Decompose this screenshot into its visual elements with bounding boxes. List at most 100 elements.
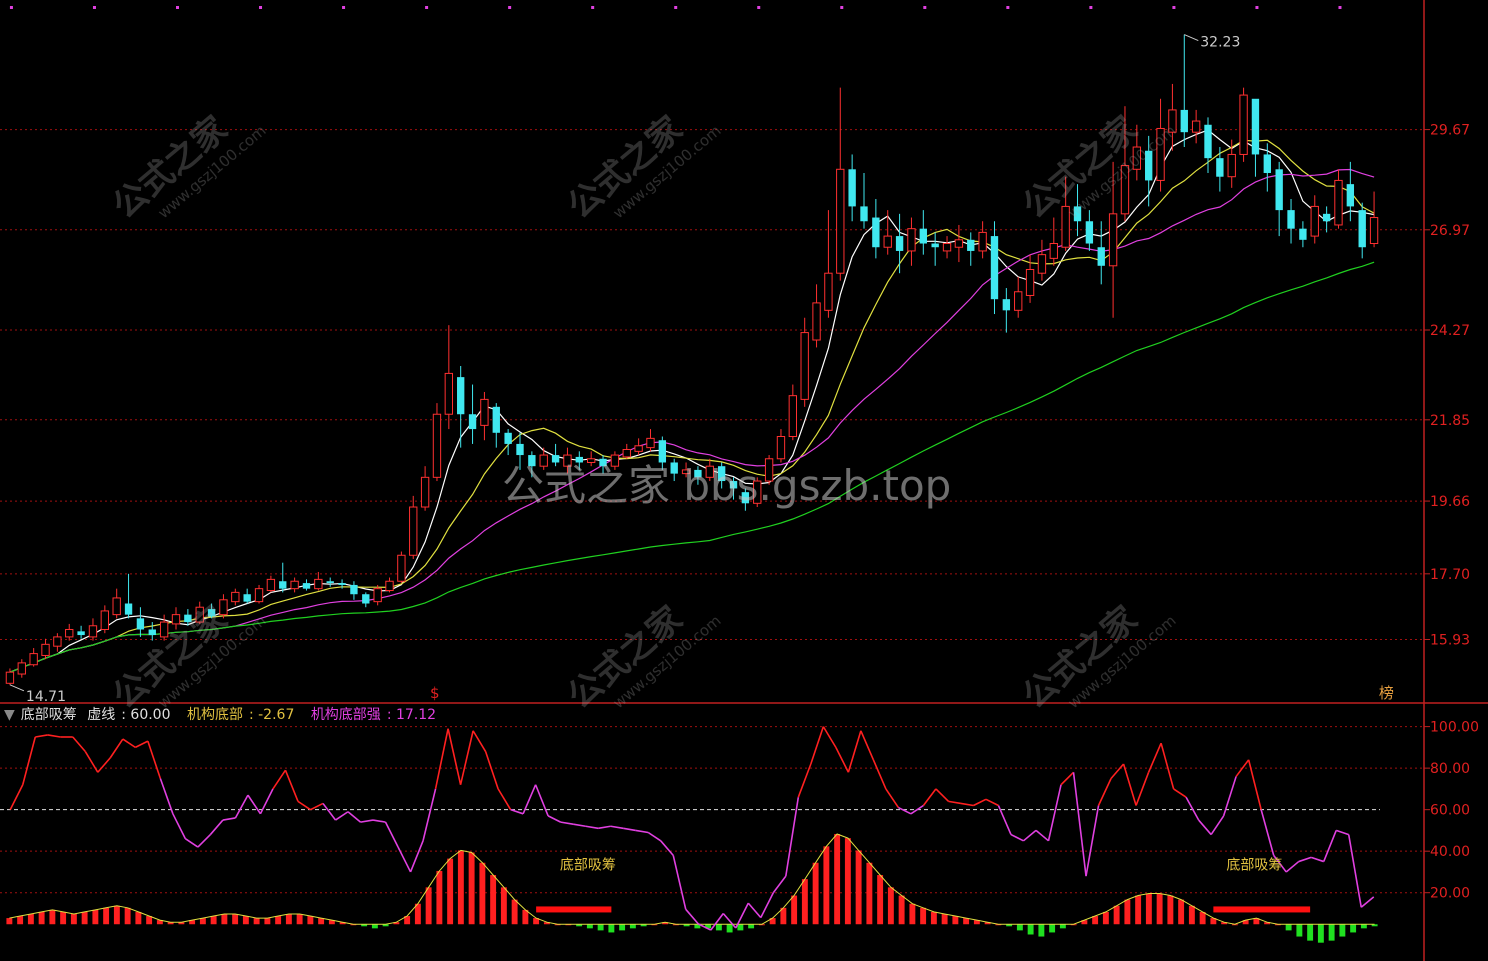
indicator-bar-down (1307, 924, 1314, 941)
indicator-tick-label: 20.00 (1430, 886, 1470, 902)
indicator-line-segment (409, 840, 424, 873)
candle-body (5, 671, 15, 684)
indicator-line-segment (184, 838, 199, 848)
indicator-line-segment (1022, 829, 1037, 842)
candle-body (895, 236, 904, 251)
indicator-line-segment (222, 817, 236, 821)
candle-body (124, 603, 133, 615)
indicator-line-segment (434, 728, 449, 790)
indicator-bar-up (898, 895, 905, 925)
indicator-bar-down (629, 924, 636, 929)
indicator-bar-up (49, 909, 56, 925)
indicator-line-segment (772, 875, 787, 894)
top-dot (591, 6, 595, 9)
indicator-line-segment (948, 800, 962, 805)
indicator-line-segment (484, 751, 499, 790)
indicator-legend[interactable]: ▼ 底部吸筹 虚线: 60.00 机构底部: -2.67 机构底部强: 17.12 (4, 705, 448, 725)
indicator-annotations: 底部吸筹底部吸筹底部吸筹 (560, 856, 1283, 873)
indicator-line-segment (1135, 772, 1150, 806)
price-axis: 29.67 26.97 24.27 21.85 19.66 17.70 15.93 (1424, 123, 1470, 649)
indicator-line-segment (623, 827, 636, 832)
indicator-line-segment (21, 736, 37, 785)
candle-body (65, 628, 74, 638)
indicator-bar-up (1199, 911, 1206, 925)
indicator-line-segment (322, 802, 337, 821)
indicator-line-segment (872, 759, 887, 790)
indicator-title: 底部吸筹 (20, 707, 77, 723)
top-dot (259, 6, 263, 9)
candle-body (1239, 94, 1248, 155)
candle-body (1049, 243, 1058, 259)
indicator-line-segment (1097, 778, 1112, 806)
indicator-line-segment (672, 855, 687, 910)
indicator-bar-down (1317, 924, 1324, 943)
indicator-bar-up (1145, 893, 1152, 925)
indicator-tick-label: 80.00 (1430, 761, 1470, 777)
indicator-line-segment (147, 740, 162, 779)
indicator-bar-down (726, 924, 733, 933)
candle-body (1369, 217, 1379, 245)
indicator-bar-up (232, 913, 239, 925)
indicator-bar-up (199, 918, 206, 925)
indicator-line-segment (384, 821, 399, 848)
indicator-line-segment (885, 788, 900, 809)
indicator-line-segment (860, 730, 875, 761)
indicator-bar-down (371, 924, 378, 929)
indicator-tick-label: 60.00 (1430, 803, 1470, 819)
indicator-bar-up (877, 875, 884, 925)
indicator-line-segment (810, 726, 825, 765)
indicator-line-segment (1198, 819, 1212, 836)
indicator-bar-up (318, 918, 325, 925)
candle-body (1227, 153, 1236, 178)
indicator-bar-down (1350, 924, 1357, 933)
indicator-bar-down (597, 924, 604, 931)
indicator-line-segment (560, 821, 574, 825)
indicator-bar-down (608, 924, 615, 933)
indicator-line-segment (797, 763, 812, 798)
top-dot (1172, 6, 1176, 9)
price-tick-label: 26.97 (1430, 223, 1470, 239)
indicator-line-segment (284, 769, 299, 802)
indicator-bar-up (855, 850, 862, 925)
candle-body (432, 413, 442, 478)
candle-body (942, 243, 952, 252)
indicator-line-segment (835, 747, 850, 773)
indicator-line-segment (272, 769, 287, 790)
indicator-bar-down (1285, 924, 1292, 931)
indicator-line-segment (1010, 833, 1024, 842)
indicator-line-segment (209, 819, 224, 836)
indicator-bar-up (253, 918, 260, 925)
price-tick-label: 15.93 (1430, 633, 1470, 649)
collapse-icon[interactable]: ▼ (4, 707, 15, 723)
high-price-label: 32.23 (1200, 35, 1240, 51)
candle-body (17, 662, 26, 675)
indicator-bar-up (242, 916, 249, 925)
indicator-line-segment (472, 730, 487, 752)
indicator-bar-up (447, 858, 454, 925)
indicator-bar-up (500, 887, 507, 925)
indicator-line-segment (1110, 763, 1125, 780)
indicator-bar-up (866, 862, 873, 925)
indicator-line-segment (1147, 742, 1162, 773)
candle-body (812, 302, 821, 341)
candle-body (931, 243, 939, 248)
indicator-line-segment (360, 819, 374, 823)
indicator-bar-up (791, 895, 798, 925)
indicator-bar-up (6, 918, 13, 925)
candle-body (1037, 254, 1047, 274)
candle-body (338, 583, 346, 585)
top-dot (1006, 6, 1010, 9)
indicator-tick-label: 100.00 (1430, 720, 1479, 736)
indicator-bar-up (425, 887, 432, 925)
indicator-bar-up (930, 911, 937, 925)
candle-body (1180, 109, 1188, 133)
indicator-bar-up (1124, 899, 1131, 925)
indicator-bar-up (81, 911, 88, 925)
indicator-bar-up (27, 913, 34, 925)
candle-body (1263, 154, 1271, 174)
signal-segment (1213, 906, 1311, 913)
candle-body (1191, 120, 1201, 133)
top-dot (840, 6, 844, 9)
indicator-line-segment (985, 798, 999, 807)
indicator-line-segment (1260, 809, 1275, 856)
